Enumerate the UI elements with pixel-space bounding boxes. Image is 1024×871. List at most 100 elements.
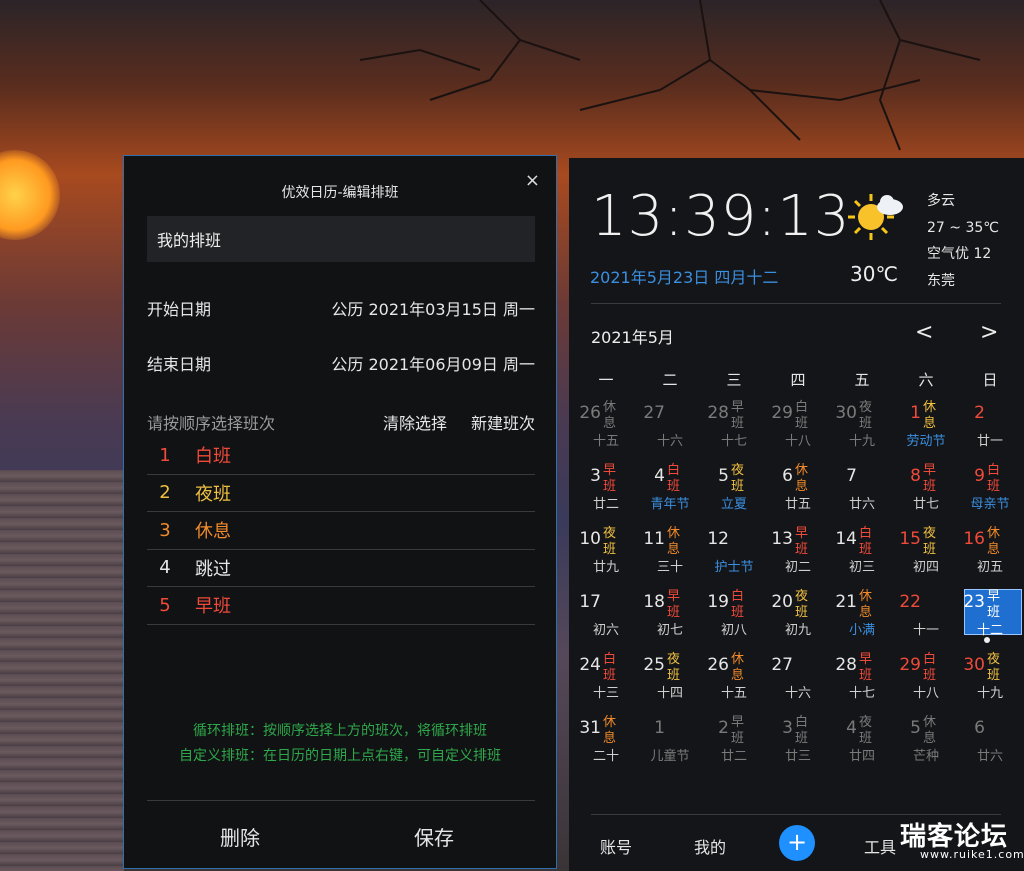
day-cell[interactable]: 31 休息 二十 <box>574 713 638 776</box>
shift-badge: 白班 <box>923 652 937 683</box>
day-number: 1 <box>654 718 665 738</box>
tools-tab[interactable]: 工具 <box>864 834 896 858</box>
day-number: 27 <box>643 403 665 423</box>
mine-tab[interactable]: 我的 <box>694 834 726 858</box>
schedule-name-input[interactable] <box>147 216 535 262</box>
day-cell[interactable]: 5 夜班 立夏 <box>702 461 766 524</box>
day-cell[interactable]: 10 夜班 廿九 <box>574 524 638 587</box>
shift-item[interactable]: 3 休息 <box>147 512 535 550</box>
lunar-date: 初七 <box>656 623 683 638</box>
day-cell[interactable]: 18 早班初七 <box>638 587 702 650</box>
lunar-date: 初九 <box>784 623 811 638</box>
shift-list: 1 白班 2 夜班 3 休息 4 跳过 5 早班 <box>147 437 535 625</box>
day-number: 8 <box>910 466 921 486</box>
day-cell[interactable]: 2 早班 廿二 <box>702 713 766 776</box>
lunar-date: 十八 <box>912 686 939 701</box>
start-date-value[interactable]: 公历 2021年03月15日 周一 <box>331 296 535 320</box>
lunar-date: 十六 <box>656 434 683 449</box>
day-cell[interactable]: 16 休息 初五 <box>958 524 1022 587</box>
day-cell[interactable]: 6 休息 廿五 <box>766 461 830 524</box>
day-number: 7 <box>846 466 857 486</box>
shift-item[interactable]: 1 白班 <box>147 437 535 475</box>
day-cell[interactable]: 17 初六 <box>574 587 638 650</box>
day-cell[interactable]: 26 休息 十五 <box>574 398 638 461</box>
next-month-button[interactable]: > <box>980 320 998 345</box>
delete-button[interactable]: 删除 <box>220 822 260 851</box>
day-cell[interactable]: 1 休息 劳动节 <box>894 398 958 461</box>
close-icon[interactable]: × <box>525 170 540 191</box>
day-cell[interactable]: 30 夜班 十九 <box>958 650 1022 713</box>
day-cell[interactable]: 14 白班 初三 <box>830 524 894 587</box>
day-cell[interactable]: 6 廿六 <box>958 713 1022 776</box>
weekday-label: 四 <box>790 371 806 389</box>
shift-badge: 白班 <box>603 652 617 683</box>
end-date-value[interactable]: 公历 2021年06月09日 周一 <box>331 351 535 375</box>
weekday-label: 五 <box>854 371 870 389</box>
shift-badge: 白班 <box>667 463 681 494</box>
shift-item[interactable]: 2 夜班 <box>147 475 535 512</box>
shift-name: 跳过 <box>195 558 231 580</box>
day-cell[interactable]: 26 休息 十五 <box>702 650 766 713</box>
day-cell[interactable]: 20 夜班 初九 <box>766 587 830 650</box>
save-button[interactable]: 保存 <box>414 822 454 851</box>
day-cell[interactable]: 21 休息 小满 <box>830 587 894 650</box>
day-cell[interactable]: 30 夜班 十九 <box>830 398 894 461</box>
day-cell[interactable]: 3 早班 廿二 <box>574 461 638 524</box>
day-cell[interactable]: 9 白班 母亲节 <box>958 461 1022 524</box>
day-number: 22 <box>899 592 921 612</box>
day-cell[interactable]: 27 十六 <box>638 398 702 461</box>
clear-selection-button[interactable]: 清除选择 <box>383 410 447 434</box>
day-cell[interactable]: 2 廿一 <box>958 398 1022 461</box>
day-number: 3 <box>782 718 793 738</box>
day-cell[interactable]: 4 夜班 廿四 <box>830 713 894 776</box>
shift-number: 5 <box>159 594 171 616</box>
shift-item[interactable]: 4 跳过 <box>147 550 535 587</box>
weekday-label: 日 <box>982 371 998 389</box>
day-cell[interactable]: 29 白班 十八 <box>894 650 958 713</box>
day-cell[interactable]: 29 白班 十八 <box>766 398 830 461</box>
lunar-date: 十四 <box>656 686 683 701</box>
day-cell[interactable]: 25 夜班 十四 <box>638 650 702 713</box>
day-cell[interactable]: 12 护士节 <box>702 524 766 587</box>
lunar-date: 廿五 <box>784 497 811 512</box>
account-tab[interactable]: 账号 <box>600 834 632 858</box>
day-cell[interactable]: 13 早班 初二 <box>766 524 830 587</box>
prev-month-button[interactable]: < <box>915 320 933 345</box>
shift-badge: 白班 <box>731 589 745 620</box>
day-cell[interactable]: 27 十六 <box>766 650 830 713</box>
day-number: 18 <box>643 592 665 612</box>
day-cell[interactable]: 28 早班 十七 <box>830 650 894 713</box>
lunar-date: 劳动节 <box>906 434 946 449</box>
lunar-date: 廿二 <box>720 749 747 764</box>
lunar-date: 十六 <box>784 686 811 701</box>
lunar-date: 廿二 <box>592 497 619 512</box>
day-number: 14 <box>835 529 857 549</box>
day-cell[interactable]: 5 休息 芒种 <box>894 713 958 776</box>
shift-name: 夜班 <box>195 483 231 505</box>
day-cell[interactable]: 15 夜班 初四 <box>894 524 958 587</box>
day-number: 5 <box>718 466 729 486</box>
add-button[interactable]: + <box>779 825 815 861</box>
day-cell[interactable]: 11 休息 三十 <box>638 524 702 587</box>
day-cell[interactable]: 1 儿童节 <box>638 713 702 776</box>
shift-name: 休息 <box>195 521 231 543</box>
day-cell[interactable]: 19 白班 初八 <box>702 587 766 650</box>
new-shift-button[interactable]: 新建班次 <box>471 410 535 434</box>
day-cell[interactable]: 7 廿六 <box>830 461 894 524</box>
note-cyclic: 循环排班：按顺序选择上方的班次，将循环排班 <box>193 723 487 739</box>
day-number: 4 <box>846 718 857 738</box>
shift-item[interactable]: 5 早班 <box>147 587 535 625</box>
day-cell[interactable]: 8 早班 廿七 <box>894 461 958 524</box>
lunar-date: 二十 <box>592 749 619 764</box>
shift-badge: 早班 <box>667 589 681 620</box>
day-cell[interactable]: 22 十一 <box>894 587 958 650</box>
day-cell[interactable]: 3 白班 廿三 <box>766 713 830 776</box>
day-cell[interactable]: 4 白班 青年节 <box>638 461 702 524</box>
day-cell-selected[interactable]: 23 早班 十二 <box>958 587 1022 650</box>
lunar-date: 小满 <box>848 623 875 638</box>
lunar-date: 三十 <box>656 560 683 575</box>
day-number: 6 <box>782 466 793 486</box>
day-cell[interactable]: 24 白班 十三 <box>574 650 638 713</box>
day-cell[interactable]: 28 早班 十七 <box>702 398 766 461</box>
temperature-range: 27 ~ 35℃ <box>927 219 999 236</box>
